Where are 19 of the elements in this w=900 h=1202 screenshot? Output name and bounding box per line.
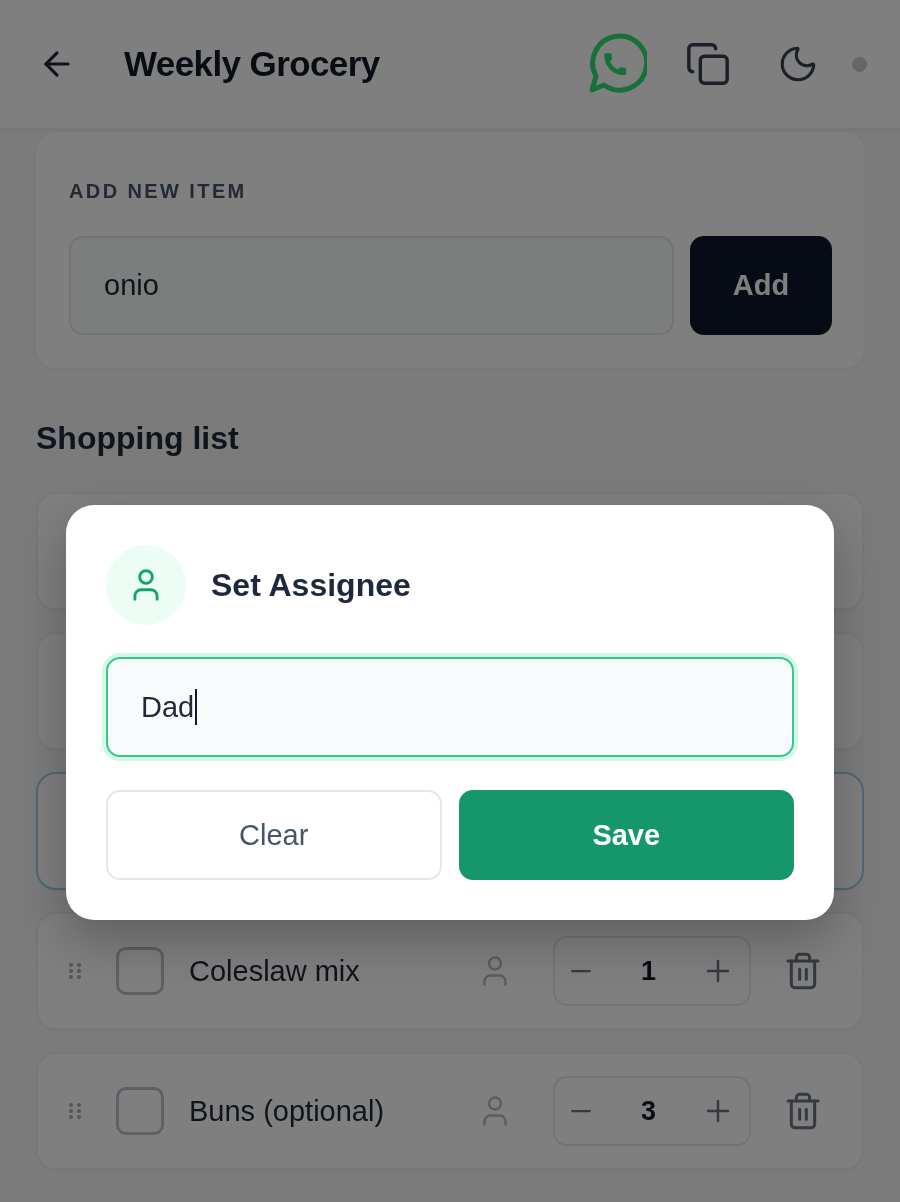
item-name: Buns (optional): [189, 1094, 386, 1128]
quantity-value: 3: [641, 1095, 656, 1127]
section-heading: Shopping list: [36, 419, 240, 458]
drag-handle-icon[interactable]: [69, 1100, 81, 1122]
page-title: Weekly Grocery: [124, 44, 380, 84]
dialog-title: Set Assignee: [211, 566, 411, 604]
quantity-value: 1: [641, 955, 656, 987]
copy-icon[interactable]: [685, 41, 731, 87]
save-button[interactable]: Save: [458, 790, 794, 880]
item-input[interactable]: onio: [69, 236, 674, 335]
section-label: ADD NEW ITEM: [69, 179, 248, 203]
checkbox[interactable]: [116, 1087, 164, 1135]
clear-button[interactable]: Clear: [106, 790, 442, 880]
dot-icon: [852, 56, 867, 72]
drag-handle-icon[interactable]: [69, 960, 81, 982]
item-name: Coleslaw mix: [189, 954, 361, 988]
add-button[interactable]: Add: [690, 236, 832, 335]
checkbox[interactable]: [116, 947, 164, 995]
text-cursor: [195, 689, 198, 725]
